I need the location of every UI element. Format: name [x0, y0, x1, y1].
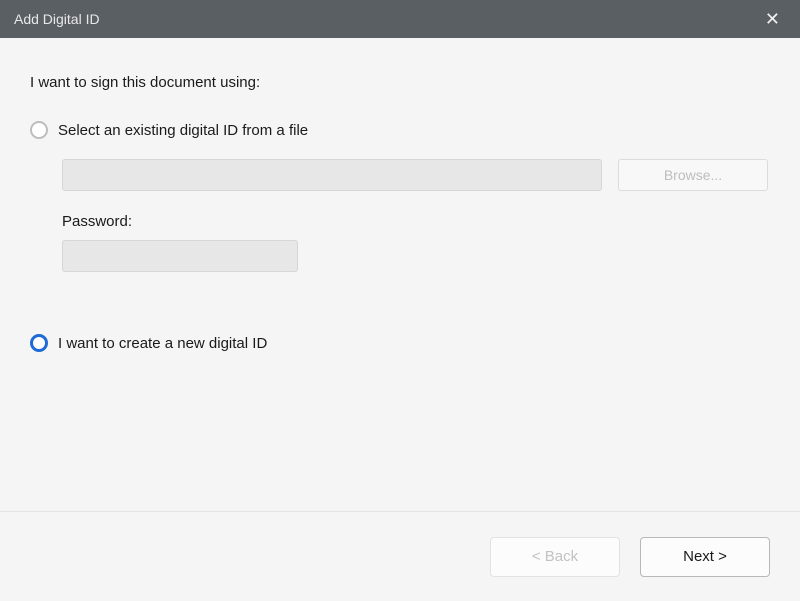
- dialog-title: Add Digital ID: [14, 11, 100, 27]
- file-path-input[interactable]: [62, 159, 602, 191]
- dialog-footer: < Back Next >: [0, 511, 800, 601]
- prompt-text: I want to sign this document using:: [30, 74, 770, 91]
- option-existing-label: Select an existing digital ID from a fil…: [58, 122, 308, 139]
- option-new-row[interactable]: I want to create a new digital ID: [30, 334, 770, 352]
- radio-existing[interactable]: [30, 121, 48, 139]
- next-button[interactable]: Next >: [640, 537, 770, 577]
- file-row: Browse...: [62, 159, 770, 191]
- password-input[interactable]: [62, 240, 298, 272]
- option-existing-row[interactable]: Select an existing digital ID from a fil…: [30, 121, 770, 139]
- password-label: Password:: [62, 213, 770, 230]
- close-icon[interactable]: ✕: [757, 6, 788, 32]
- option-new-label: I want to create a new digital ID: [58, 335, 267, 352]
- browse-button[interactable]: Browse...: [618, 159, 768, 191]
- dialog-content: I want to sign this document using: Sele…: [0, 38, 800, 392]
- titlebar: Add Digital ID ✕: [0, 0, 800, 38]
- radio-new[interactable]: [30, 334, 48, 352]
- back-button[interactable]: < Back: [490, 537, 620, 577]
- existing-id-subfields: Browse... Password:: [62, 159, 770, 272]
